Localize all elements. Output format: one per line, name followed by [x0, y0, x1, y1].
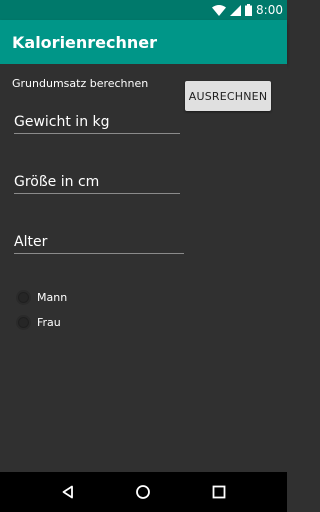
radio-label-mann: Mann — [37, 290, 68, 304]
status-bar: 8:00 — [0, 0, 287, 20]
calculate-button[interactable]: AUSRECHNEN — [185, 81, 271, 111]
radio-option-frau[interactable]: Frau — [16, 313, 61, 331]
app-bar: Kalorienrechner — [0, 20, 287, 64]
home-icon[interactable] — [128, 477, 158, 507]
radio-button-frau[interactable] — [16, 314, 31, 330]
radio-button-mann[interactable] — [16, 289, 31, 305]
battery-icon — [245, 1, 253, 20]
height-input[interactable] — [14, 170, 180, 194]
navigation-bar — [0, 472, 287, 512]
status-time: 8:00 — [256, 3, 283, 17]
signal-icon — [230, 1, 242, 20]
age-input[interactable] — [14, 230, 184, 254]
radio-label-frau: Frau — [37, 315, 61, 329]
back-icon[interactable] — [53, 477, 83, 507]
main-content: Grundumsatz berechnen AUSRECHNEN Mann Fr… — [0, 64, 287, 472]
wifi-icon — [212, 1, 227, 20]
recents-icon[interactable] — [204, 477, 234, 507]
radio-option-mann[interactable]: Mann — [16, 288, 67, 306]
app-title: Kalorienrechner — [12, 32, 158, 52]
weight-input[interactable] — [14, 110, 180, 134]
section-label: Grundumsatz berechnen — [12, 77, 149, 90]
